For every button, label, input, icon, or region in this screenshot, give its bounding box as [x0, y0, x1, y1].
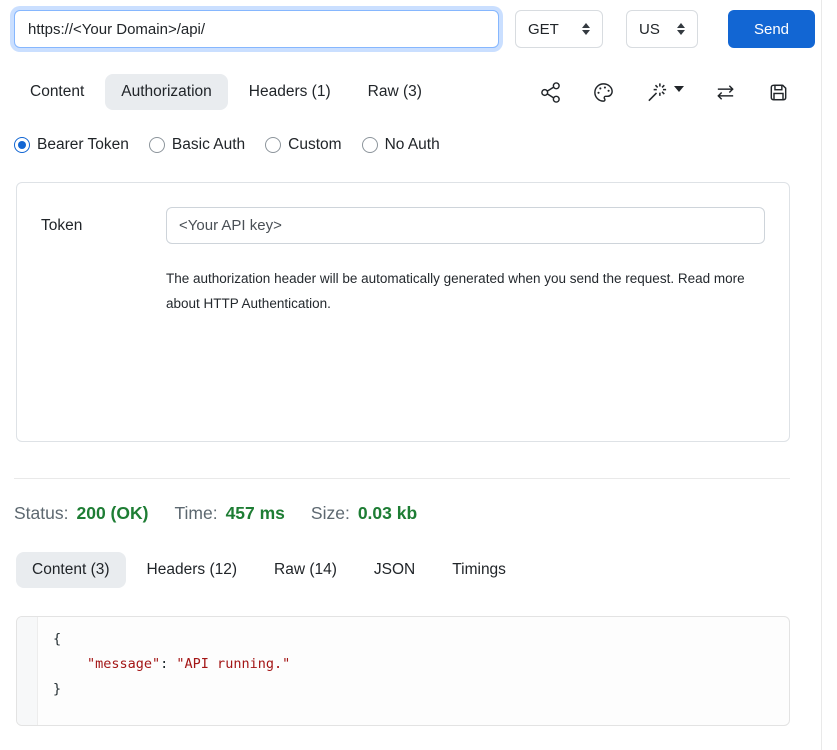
status-value: 200 (OK)	[76, 503, 148, 524]
request-toolbar	[539, 81, 790, 104]
palette-icon[interactable]	[592, 81, 615, 104]
radio-unselected-icon	[265, 137, 281, 153]
resp-tab-json[interactable]: JSON	[358, 552, 431, 588]
response-status-row: Status: 200 (OK) Time: 457 ms Size: 0.03…	[14, 503, 837, 524]
method-select[interactable]: GET	[515, 10, 603, 48]
radio-unselected-icon	[149, 137, 165, 153]
response-tabs: Content (3) Headers (12) Raw (14) JSON T…	[16, 552, 790, 588]
authorization-panel: Token The authorization header will be a…	[16, 182, 790, 442]
radio-selected-icon	[14, 137, 30, 153]
api-tester-page: GET US Send Content Authorization Header…	[0, 0, 837, 750]
swap-arrows-icon[interactable]	[714, 81, 737, 104]
request-bar: GET US Send	[0, 0, 837, 48]
save-icon[interactable]	[767, 81, 790, 104]
size-label: Size:	[311, 503, 350, 524]
radio-basic-auth[interactable]: Basic Auth	[149, 136, 245, 154]
code-gutter	[17, 617, 38, 725]
token-row: Token	[41, 207, 765, 244]
radio-unselected-icon	[362, 137, 378, 153]
radio-no-auth[interactable]: No Auth	[362, 136, 440, 154]
send-button[interactable]: Send	[728, 10, 815, 48]
radio-custom[interactable]: Custom	[265, 136, 341, 154]
tab-authorization[interactable]: Authorization	[105, 74, 227, 110]
resp-tab-raw[interactable]: Raw (14)	[258, 552, 353, 588]
page-scrollbar[interactable]	[821, 0, 822, 750]
method-select-value: GET	[528, 21, 559, 38]
tab-headers[interactable]: Headers (1)	[233, 74, 347, 110]
resp-tab-headers[interactable]: Headers (12)	[131, 552, 253, 588]
status-label: Status:	[14, 503, 68, 524]
share-icon[interactable]	[539, 81, 562, 104]
radio-bearer-token[interactable]: Bearer Token	[14, 136, 129, 154]
magic-wand-icon[interactable]	[645, 81, 684, 104]
size-value: 0.03 kb	[358, 503, 417, 524]
token-input[interactable]	[166, 207, 765, 244]
resp-tab-content[interactable]: Content (3)	[16, 552, 126, 588]
updown-arrows-icon	[582, 23, 590, 35]
radio-label: Custom	[288, 136, 341, 154]
radio-label: No Auth	[385, 136, 440, 154]
request-tabs: Content Authorization Headers (1) Raw (3…	[14, 74, 790, 110]
url-input[interactable]	[14, 10, 499, 48]
tab-raw[interactable]: Raw (3)	[352, 74, 438, 110]
json-colon: :	[160, 656, 176, 672]
token-help-line2: about HTTP Authentication.	[166, 291, 765, 316]
time-label: Time:	[174, 503, 217, 524]
token-help-text: The authorization header will be automat…	[166, 266, 765, 316]
region-select-value: US	[639, 21, 660, 38]
json-open-brace: {	[53, 631, 61, 647]
json-value: "API running."	[176, 656, 290, 672]
region-select[interactable]: US	[626, 10, 698, 48]
token-help-line1: The authorization header will be automat…	[166, 266, 765, 291]
json-close-brace: }	[53, 681, 61, 697]
json-response: { "message": "API running." }	[39, 617, 789, 712]
radio-label: Bearer Token	[37, 136, 129, 154]
response-body-code[interactable]: { "message": "API running." }	[16, 616, 790, 726]
tab-content[interactable]: Content	[14, 74, 100, 110]
auth-type-options: Bearer Token Basic Auth Custom No Auth	[14, 136, 837, 154]
updown-arrows-icon	[677, 23, 685, 35]
time-value: 457 ms	[226, 503, 285, 524]
section-divider	[14, 478, 790, 479]
json-key: "message"	[87, 656, 160, 672]
chevron-down-icon	[674, 86, 684, 92]
token-label: Token	[41, 217, 166, 235]
radio-label: Basic Auth	[172, 136, 245, 154]
resp-tab-timings[interactable]: Timings	[436, 552, 522, 588]
